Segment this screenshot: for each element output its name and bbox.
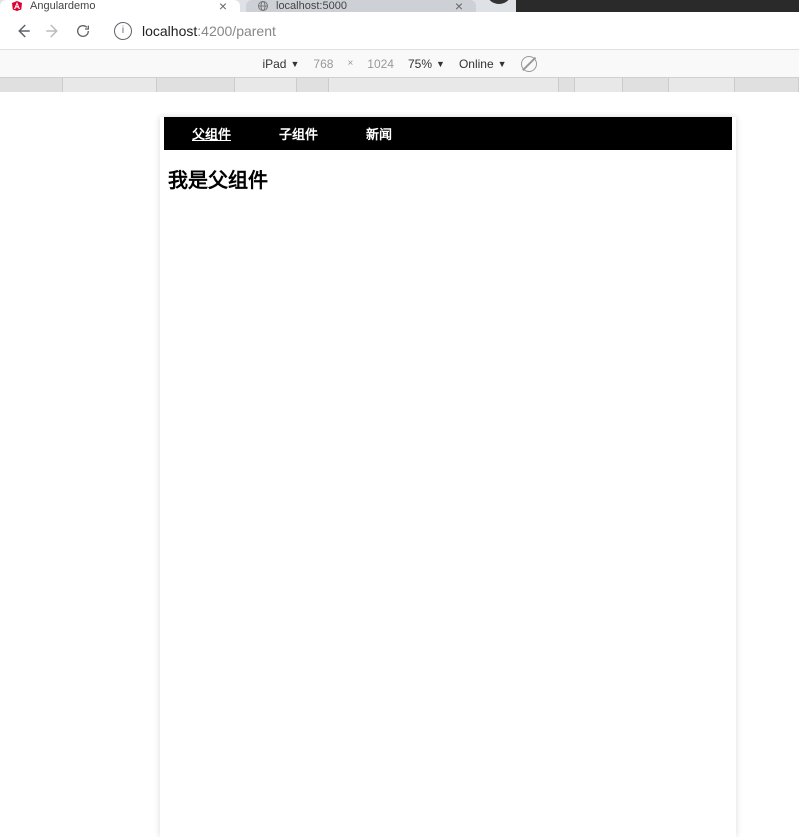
device-frame: 父组件 子组件 新闻 我是父组件 (160, 117, 736, 837)
close-icon[interactable]: × (216, 0, 230, 13)
devtools-device-toolbar: iPad ▼ 768 × 1024 75% ▼ Online ▼ (0, 50, 799, 78)
zoom-level: 75% (408, 57, 432, 71)
browser-tab-active[interactable]: Angulardemo × (0, 0, 240, 12)
site-info-icon[interactable]: i (114, 22, 132, 40)
network-selector[interactable]: Online ▼ (459, 57, 507, 71)
browser-tab-inactive[interactable]: localhost:5000 × (246, 0, 476, 12)
chevron-down-icon: ▼ (498, 59, 507, 69)
tab-bar-dark-area (516, 0, 799, 12)
zoom-selector[interactable]: 75% ▼ (408, 57, 445, 71)
device-width[interactable]: 768 (313, 57, 333, 71)
nav-item-child[interactable]: 子组件 (279, 124, 318, 143)
dimension-separator: × (347, 58, 353, 69)
device-height[interactable]: 1024 (367, 57, 394, 71)
rotate-icon[interactable] (521, 56, 537, 72)
nav-item-parent[interactable]: 父组件 (192, 124, 231, 143)
new-tab-button[interactable] (486, 0, 512, 4)
browser-tab-bar: Angulardemo × localhost:5000 × (0, 0, 799, 12)
nav-item-news[interactable]: 新闻 (366, 124, 392, 143)
app-navbar: 父组件 子组件 新闻 (164, 117, 732, 150)
device-name: iPad (262, 57, 286, 71)
address-bar[interactable]: i localhost:4200/parent (104, 17, 791, 45)
forward-button[interactable] (38, 16, 68, 46)
tab-title: localhost:5000 (276, 0, 448, 12)
url-host: localhost (142, 23, 197, 39)
back-button[interactable] (8, 16, 38, 46)
generic-favicon (256, 0, 270, 13)
url-path: :4200/parent (197, 23, 276, 39)
close-icon[interactable]: × (452, 0, 466, 13)
chevron-down-icon: ▼ (290, 59, 299, 69)
network-status: Online (459, 57, 494, 71)
browser-toolbar: i localhost:4200/parent (0, 12, 799, 50)
tab-title: Angulardemo (30, 0, 212, 12)
devtools-ruler (0, 78, 799, 92)
device-viewport-area: 父组件 子组件 新闻 我是父组件 (0, 92, 799, 831)
reload-button[interactable] (68, 16, 98, 46)
chevron-down-icon: ▼ (436, 59, 445, 69)
page-heading: 我是父组件 (160, 150, 736, 207)
angular-favicon (10, 0, 24, 13)
device-selector[interactable]: iPad ▼ (262, 57, 299, 71)
